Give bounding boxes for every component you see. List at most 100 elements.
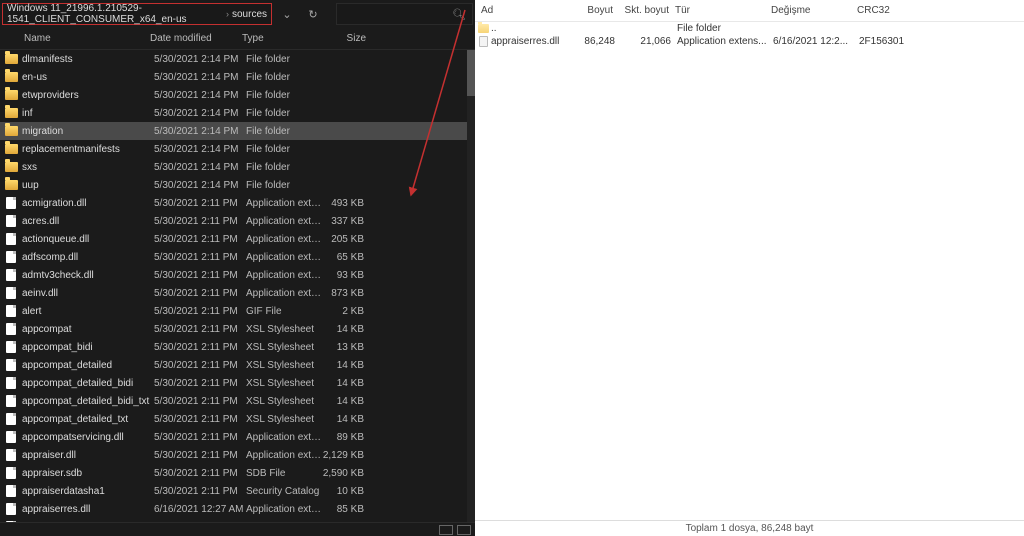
file-type: XSL Stylesheet: [246, 378, 322, 389]
breadcrumb-segment[interactable]: Windows 11_21996.1.210529-1541_CLIENT_CO…: [7, 3, 223, 25]
file-size: 65 KB: [322, 252, 370, 263]
file-type: File folder: [246, 72, 322, 83]
col-name[interactable]: Name: [0, 33, 150, 44]
file-name: appraiserdatasha1: [22, 486, 154, 497]
column-headers[interactable]: Name Date modified Type Size: [0, 28, 475, 50]
col-modified[interactable]: Değişme: [771, 5, 857, 16]
file-name: appraiserres.dll: [22, 504, 154, 515]
list-item[interactable]: appraiserxdllatestoshash5/30/2021 2:11 P…: [0, 518, 467, 522]
list-item[interactable]: etwproviders5/30/2021 2:14 PMFile folder: [0, 86, 467, 104]
file-icon: [4, 412, 18, 426]
file-size: 14 KB: [322, 324, 370, 335]
col-type[interactable]: Type: [242, 33, 324, 44]
folder-icon: [4, 88, 18, 102]
scrollbar-thumb[interactable]: [467, 50, 475, 96]
list-item[interactable]: appcompat_detailed_bidi_txt5/30/2021 2:1…: [0, 392, 467, 410]
list-item[interactable]: appcompat5/30/2021 2:11 PMXSL Stylesheet…: [0, 320, 467, 338]
list-item[interactable]: appcompatservicing.dll5/30/2021 2:11 PMA…: [0, 428, 467, 446]
file-name: migration: [22, 126, 154, 137]
file-icon: [4, 268, 18, 282]
list-item[interactable]: aeinv.dll5/30/2021 2:11 PMApplication ex…: [0, 284, 467, 302]
file-size: 93 KB: [322, 270, 370, 281]
file-icon: [4, 196, 18, 210]
file-icon: [4, 484, 18, 498]
file-type: Application exten...: [246, 450, 322, 461]
col-date[interactable]: Date modified: [150, 33, 242, 44]
file-type: File folder: [677, 23, 773, 34]
list-item[interactable]: appraiser.sdb5/30/2021 2:11 PMSDB File2,…: [0, 464, 467, 482]
file-type: File folder: [246, 90, 322, 101]
folder-icon: [4, 178, 18, 192]
col-name[interactable]: Ad: [475, 5, 563, 16]
file-date: 5/30/2021 2:11 PM: [154, 522, 246, 523]
search-input[interactable]: 🔍︎: [336, 3, 473, 25]
file-type: Application extens...: [677, 36, 773, 47]
file-type: XSL Stylesheet: [246, 324, 322, 335]
list-item[interactable]: appraiserdatasha15/30/2021 2:11 PMSecuri…: [0, 482, 467, 500]
list-item[interactable]: en-us5/30/2021 2:14 PMFile folder: [0, 68, 467, 86]
list-item[interactable]: acres.dll5/30/2021 2:11 PMApplication ex…: [0, 212, 467, 230]
list-item[interactable]: inf5/30/2021 2:14 PMFile folder: [0, 104, 467, 122]
file-date: 5/30/2021 2:11 PM: [154, 252, 246, 263]
file-icon: [4, 322, 18, 336]
list-item[interactable]: appraiserres.dll86,24821,066Application …: [475, 35, 1024, 48]
list-item[interactable]: sxs5/30/2021 2:14 PMFile folder: [0, 158, 467, 176]
list-item[interactable]: replacementmanifests5/30/2021 2:14 PMFil…: [0, 140, 467, 158]
file-date: 5/30/2021 2:11 PM: [154, 270, 246, 281]
file-name: alert: [22, 306, 154, 317]
col-crc[interactable]: CRC32: [857, 5, 917, 16]
breadcrumb-segment[interactable]: sources: [232, 9, 267, 20]
folder-icon: [4, 70, 18, 84]
file-list-body: dlmanifests5/30/2021 2:14 PMFile foldere…: [0, 50, 475, 522]
col-size[interactable]: Size: [324, 33, 372, 44]
file-date: 5/30/2021 2:11 PM: [154, 306, 246, 317]
column-headers[interactable]: Ad Boyut Skt. boyut Tür Değişme CRC32: [475, 0, 1024, 22]
file-type: Application exten...: [246, 198, 322, 209]
file-type: Application exten...: [246, 216, 322, 227]
folder-up-icon: [477, 23, 489, 35]
file-name: appraiserres.dll: [491, 36, 565, 47]
file-icon: [4, 250, 18, 264]
list-item[interactable]: dlmanifests5/30/2021 2:14 PMFile folder: [0, 50, 467, 68]
list-item[interactable]: appcompat_detailed5/30/2021 2:11 PMXSL S…: [0, 356, 467, 374]
file-name: acmigration.dll: [22, 198, 154, 209]
list-item[interactable]: appcompat_detailed_txt5/30/2021 2:11 PMX…: [0, 410, 467, 428]
view-large-icon[interactable]: [457, 525, 471, 535]
list-item[interactable]: adfscomp.dll5/30/2021 2:11 PMApplication…: [0, 248, 467, 266]
list-item[interactable]: acmigration.dll5/30/2021 2:11 PMApplicat…: [0, 194, 467, 212]
file-size: 14 KB: [322, 378, 370, 389]
list-item[interactable]: uup5/30/2021 2:14 PMFile folder: [0, 176, 467, 194]
file-date: 5/30/2021 2:11 PM: [154, 378, 246, 389]
list-item[interactable]: appcompat_detailed_bidi5/30/2021 2:11 PM…: [0, 374, 467, 392]
list-item[interactable]: alert5/30/2021 2:11 PMGIF File2 KB: [0, 302, 467, 320]
folder-icon: [4, 52, 18, 66]
col-type[interactable]: Tür: [675, 5, 771, 16]
file-size: 89 KB: [322, 432, 370, 443]
file-name: inf: [22, 108, 154, 119]
file-modified: 6/16/2021 12:2...: [773, 36, 859, 47]
col-size[interactable]: Boyut: [563, 5, 619, 16]
folder-icon: [4, 124, 18, 138]
file-type: File folder: [246, 126, 322, 137]
list-item[interactable]: appraiser.dll5/30/2021 2:11 PMApplicatio…: [0, 446, 467, 464]
list-item[interactable]: appraiserres.dll6/16/2021 12:27 AMApplic…: [0, 500, 467, 518]
file-type: XSL Stylesheet: [246, 414, 322, 425]
file-icon: [477, 36, 489, 48]
list-item[interactable]: ..File folder: [475, 22, 1024, 35]
refresh-button[interactable]: ↻: [302, 3, 324, 25]
file-size: 873 KB: [322, 288, 370, 299]
list-item[interactable]: migration5/30/2021 2:14 PMFile folder: [0, 122, 467, 140]
view-details-icon[interactable]: [439, 525, 453, 535]
list-item[interactable]: admtv3check.dll5/30/2021 2:11 PMApplicat…: [0, 266, 467, 284]
file-size: 14 KB: [322, 414, 370, 425]
archive-footer: Toplam 1 dosya, 86,248 bayt: [475, 520, 1024, 536]
scrollbar[interactable]: [467, 50, 475, 522]
list-item[interactable]: appcompat_bidi5/30/2021 2:11 PMXSL Style…: [0, 338, 467, 356]
file-icon: [4, 286, 18, 300]
file-name: appraiserxdllatestoshash: [22, 522, 154, 523]
col-packed[interactable]: Skt. boyut: [619, 5, 675, 16]
chevron-right-icon: ›: [226, 9, 229, 19]
list-item[interactable]: actionqueue.dll5/30/2021 2:11 PMApplicat…: [0, 230, 467, 248]
address-bar[interactable]: Windows 11_21996.1.210529-1541_CLIENT_CO…: [2, 3, 272, 25]
history-dropdown[interactable]: ⌄: [276, 3, 298, 25]
